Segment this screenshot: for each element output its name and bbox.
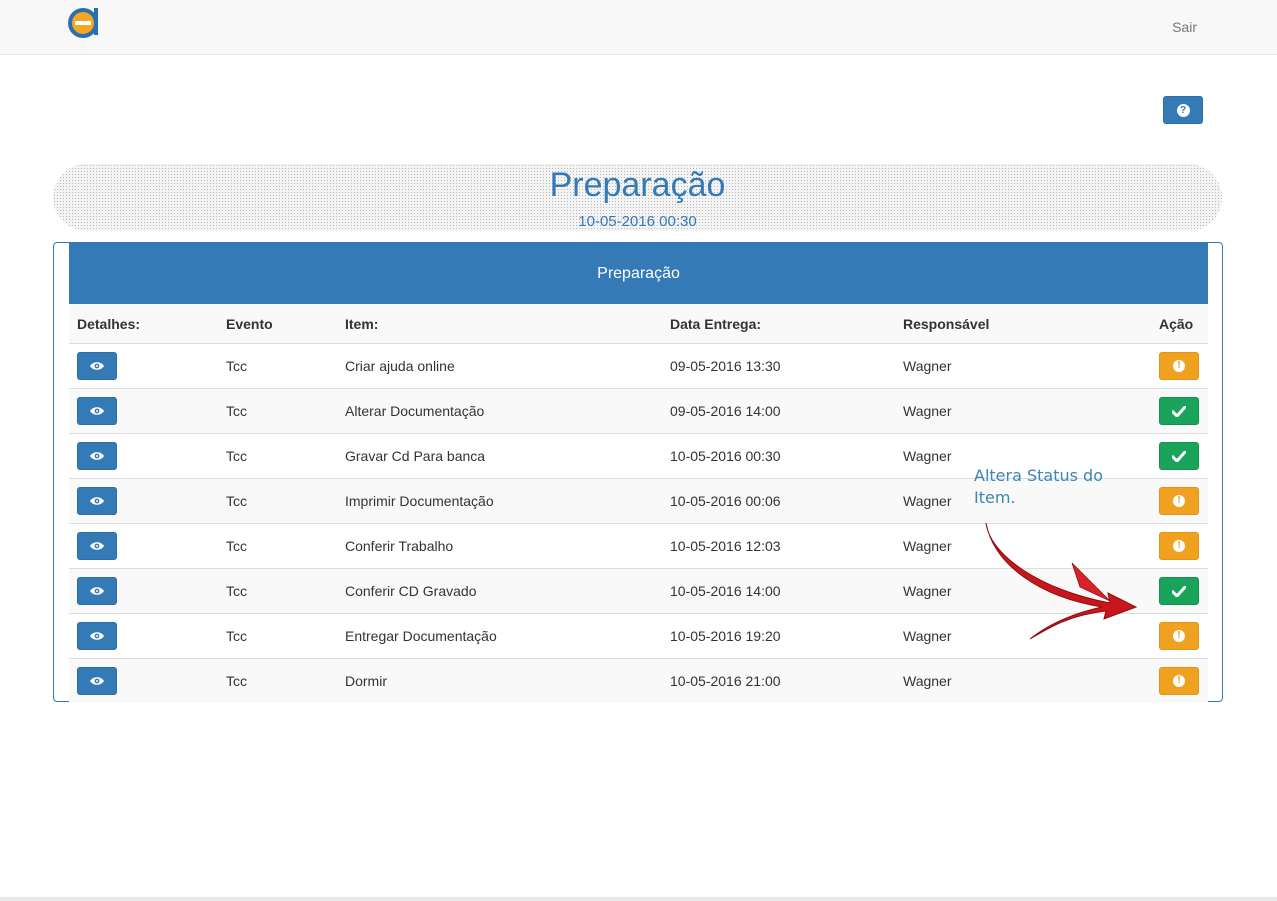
exclamation-circle-icon: ! xyxy=(1173,360,1185,372)
cell-acao xyxy=(1151,433,1208,479)
cell-detalhes xyxy=(69,523,218,569)
table-row: Tcc Criar ajuda online 09-05-2016 13:30 Wag… xyxy=(69,343,1208,389)
question-circle-icon: ? xyxy=(1176,103,1190,117)
mark-done-button[interactable] xyxy=(1159,442,1199,470)
cell-data-entrega: 10-05-2016 12:03 xyxy=(662,523,895,569)
cell-item: Imprimir Documentação xyxy=(337,478,662,524)
cell-acao: ! xyxy=(1151,523,1208,569)
cell-detalhes xyxy=(69,658,218,703)
cell-detalhes xyxy=(69,613,218,659)
cell-evento: Tcc xyxy=(218,568,337,614)
col-header-evento: Evento xyxy=(218,304,337,344)
view-details-button[interactable] xyxy=(77,532,117,560)
cell-data-entrega: 10-05-2016 19:20 xyxy=(662,613,895,659)
eye-icon xyxy=(90,586,104,596)
col-header-item: Item: xyxy=(337,304,662,344)
eye-icon xyxy=(90,541,104,551)
view-details-button[interactable] xyxy=(77,487,117,515)
mark-done-button[interactable] xyxy=(1159,397,1199,425)
cell-detalhes xyxy=(69,433,218,479)
col-header-data-entrega: Data Entrega: xyxy=(662,304,895,344)
col-header-detalhes: Detalhes: xyxy=(69,304,218,344)
cell-acao: ! xyxy=(1151,613,1208,659)
eye-icon xyxy=(90,496,104,506)
check-icon xyxy=(1172,450,1186,462)
col-header-acao: Ação xyxy=(1151,304,1208,344)
view-details-button[interactable] xyxy=(77,352,117,380)
cell-acao xyxy=(1151,568,1208,614)
eye-icon xyxy=(90,361,104,371)
cell-item: Criar ajuda online xyxy=(337,343,662,389)
exclamation-circle-icon: ! xyxy=(1173,495,1185,507)
eye-icon xyxy=(90,676,104,686)
cell-responsavel: Wagner xyxy=(895,658,1151,703)
change-status-button[interactable]: ! xyxy=(1159,352,1199,380)
cell-item: Alterar Documentação xyxy=(337,388,662,434)
change-status-button[interactable]: ! xyxy=(1159,487,1199,515)
eye-icon xyxy=(90,451,104,461)
table-row: Tcc Alterar Documentação 09-05-2016 14:00 W… xyxy=(69,388,1208,434)
eye-icon xyxy=(90,631,104,641)
cell-detalhes xyxy=(69,478,218,524)
cell-data-entrega: 09-05-2016 14:00 xyxy=(662,388,895,434)
col-header-responsavel: Responsável xyxy=(895,304,1151,344)
exclamation-circle-icon: ! xyxy=(1173,630,1185,642)
cell-evento: Tcc xyxy=(218,388,337,434)
cell-detalhes xyxy=(69,568,218,614)
cell-responsavel: Wagner xyxy=(895,388,1151,434)
cell-data-entrega: 10-05-2016 00:06 xyxy=(662,478,895,524)
view-details-button[interactable] xyxy=(77,667,117,695)
annotation-arrow xyxy=(985,522,1138,640)
cell-acao xyxy=(1151,388,1208,434)
cell-detalhes xyxy=(69,388,218,434)
cell-evento: Tcc xyxy=(218,343,337,389)
change-status-button[interactable]: ! xyxy=(1159,667,1199,695)
cell-evento: Tcc xyxy=(218,658,337,703)
exclamation-circle-icon: ! xyxy=(1173,540,1185,552)
eye-icon xyxy=(90,406,104,416)
mark-done-button[interactable] xyxy=(1159,577,1199,605)
cell-item: Conferir Trabalho xyxy=(337,523,662,569)
help-button[interactable]: ? xyxy=(1163,96,1203,124)
page-title: Preparação xyxy=(549,166,726,204)
cell-data-entrega: 10-05-2016 00:30 xyxy=(662,433,895,479)
page-date: 10-05-2016 00:30 xyxy=(578,213,697,230)
table-row: Tcc Dormir 10-05-2016 21:00 Wagner! xyxy=(69,658,1208,703)
change-status-button[interactable]: ! xyxy=(1159,622,1199,650)
panel-heading: Preparação xyxy=(69,243,1208,304)
logout-link[interactable]: Sair xyxy=(1172,19,1197,35)
cell-evento: Tcc xyxy=(218,613,337,659)
cell-detalhes xyxy=(69,343,218,389)
change-status-button[interactable]: ! xyxy=(1159,532,1199,560)
cell-acao: ! xyxy=(1151,478,1208,524)
annotation-text: Altera Status do Item. xyxy=(974,466,1103,507)
check-icon xyxy=(1172,585,1186,597)
top-navbar: Sair xyxy=(0,0,1277,55)
view-details-button[interactable] xyxy=(77,622,117,650)
view-details-button[interactable] xyxy=(77,397,117,425)
app-logo[interactable] xyxy=(67,6,99,38)
exclamation-circle-icon: ! xyxy=(1173,675,1185,687)
view-details-button[interactable] xyxy=(77,577,117,605)
cell-data-entrega: 10-05-2016 14:00 xyxy=(662,568,895,614)
cell-evento: Tcc xyxy=(218,433,337,479)
cell-responsavel: Wagner xyxy=(895,343,1151,389)
cell-data-entrega: 09-05-2016 13:30 xyxy=(662,343,895,389)
view-details-button[interactable] xyxy=(77,442,117,470)
page-header: Preparação 10-05-2016 00:30 xyxy=(53,164,1222,231)
table-header-row: Detalhes: Evento Item: Data Entrega: Res… xyxy=(69,304,1208,344)
check-icon xyxy=(1172,405,1186,417)
cell-data-entrega: 10-05-2016 21:00 xyxy=(662,658,895,703)
cell-acao: ! xyxy=(1151,343,1208,389)
cell-item: Gravar Cd Para banca xyxy=(337,433,662,479)
cell-evento: Tcc xyxy=(218,523,337,569)
cell-item: Conferir CD Gravado xyxy=(337,568,662,614)
cell-acao: ! xyxy=(1151,658,1208,703)
cell-evento: Tcc xyxy=(218,478,337,524)
cell-item: Dormir xyxy=(337,658,662,703)
footer-divider xyxy=(0,897,1277,901)
cell-item: Entregar Documentação xyxy=(337,613,662,659)
